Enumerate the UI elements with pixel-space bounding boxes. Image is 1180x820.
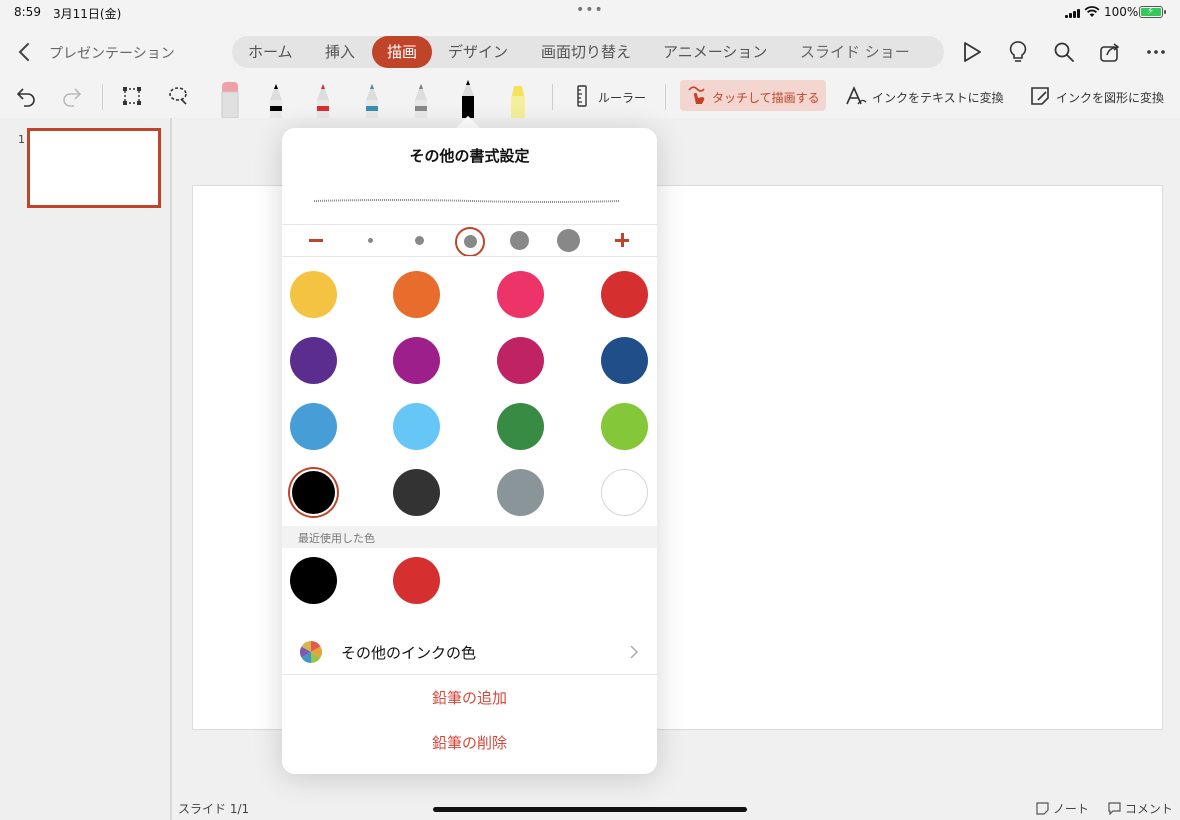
- chevron-left-icon[interactable]: [14, 40, 36, 64]
- status-date: 3月11日(金): [53, 7, 122, 21]
- share-icon[interactable]: [1098, 40, 1122, 64]
- color-swatch[interactable]: [601, 403, 648, 450]
- cellular-signal-icon: [1065, 9, 1081, 18]
- eraser-tool-icon[interactable]: [217, 78, 243, 118]
- pen-black-icon[interactable]: [263, 78, 289, 118]
- color-swatch-selected[interactable]: [292, 471, 335, 514]
- status-time: 8:59: [14, 5, 41, 19]
- increase-thickness-button-vertical[interactable]: [621, 233, 624, 247]
- chevron-right-icon: [630, 645, 638, 659]
- thickness-option[interactable]: [510, 231, 529, 250]
- comment-icon: [1108, 802, 1121, 816]
- document-title[interactable]: プレゼンテーション: [49, 43, 175, 63]
- tab-slideshow[interactable]: スライド ショー: [800, 36, 910, 68]
- notes-button[interactable]: ノート: [1036, 800, 1089, 817]
- highlighter-yellow-icon[interactable]: [505, 78, 531, 118]
- battery-icon: ⚡: [1139, 6, 1166, 18]
- pen-red-icon[interactable]: [310, 78, 336, 118]
- touch-draw-icon: [688, 86, 705, 104]
- recent-color-swatch[interactable]: [290, 557, 337, 604]
- ink-to-shape-icon[interactable]: [1028, 84, 1052, 108]
- comments-button[interactable]: コメント: [1108, 800, 1173, 817]
- ribbon-separator: [665, 84, 666, 110]
- more-ink-colors-row[interactable]: その他のインクの色: [282, 630, 657, 674]
- format-popover: その他の書式設定 最近使用した色 その他のインクの色 鉛筆の追加 鉛筆の削除: [282, 128, 657, 774]
- color-swatch[interactable]: [290, 403, 337, 450]
- color-swatch[interactable]: [393, 271, 440, 318]
- touch-to-draw-label: タッチして描画する: [712, 91, 820, 105]
- redo-icon[interactable]: [60, 84, 84, 108]
- color-swatch[interactable]: [497, 271, 544, 318]
- color-swatch[interactable]: [497, 337, 544, 384]
- color-swatch[interactable]: [393, 337, 440, 384]
- tab-animations[interactable]: アニメーション: [663, 36, 767, 68]
- home-indicator[interactable]: [433, 807, 747, 812]
- ruler-label[interactable]: ルーラー: [598, 89, 646, 106]
- play-icon[interactable]: [960, 40, 984, 64]
- ink-to-shape-label[interactable]: インクを図形に変換: [1056, 89, 1164, 106]
- lightbulb-icon[interactable]: [1006, 40, 1030, 64]
- lasso-select-icon[interactable]: [166, 84, 190, 108]
- delete-pencil-button[interactable]: 鉛筆の削除: [282, 732, 657, 753]
- notes-icon: [1036, 802, 1049, 815]
- recent-color-swatch[interactable]: [393, 557, 440, 604]
- slide-thumbnails-pane: 1: [0, 118, 172, 820]
- color-swatch[interactable]: [290, 337, 337, 384]
- slide-thumbnail[interactable]: [27, 128, 161, 208]
- pencil-black-selected-icon[interactable]: [455, 78, 481, 118]
- tab-home[interactable]: ホーム: [248, 36, 293, 68]
- ink-to-text-icon[interactable]: [844, 84, 868, 108]
- color-swatch[interactable]: [601, 337, 648, 384]
- top-bar: プレゼンテーション ホーム 挿入 描画 デザイン 画面切り替え アニメーション …: [0, 26, 1180, 78]
- tab-design[interactable]: デザイン: [448, 36, 508, 68]
- ruler-icon[interactable]: [570, 84, 594, 108]
- thickness-option-dot: [464, 235, 477, 248]
- search-icon[interactable]: [1052, 40, 1076, 64]
- more-ink-colors-label: その他のインクの色: [341, 644, 477, 662]
- ribbon-tabs: ホーム 挿入 描画 デザイン 画面切り替え アニメーション スライド ショー: [232, 36, 944, 68]
- draw-ribbon: ルーラー タッチして描画する インクをテキストに変換 インクを図形に変換: [0, 78, 1180, 118]
- undo-icon[interactable]: [14, 84, 38, 108]
- color-swatch[interactable]: [290, 271, 337, 318]
- color-swatch[interactable]: [601, 271, 648, 318]
- tab-transitions[interactable]: 画面切り替え: [541, 36, 631, 68]
- notes-label: ノート: [1052, 802, 1089, 816]
- color-swatch[interactable]: [497, 403, 544, 450]
- comments-label: コメント: [1124, 802, 1173, 816]
- color-swatch[interactable]: [497, 469, 544, 516]
- slide-number: 1: [18, 133, 25, 146]
- touch-to-draw-button[interactable]: タッチして描画する: [680, 80, 826, 111]
- pencil-gray-icon[interactable]: [408, 78, 434, 118]
- divider: [282, 224, 657, 225]
- thickness-option[interactable]: [557, 229, 580, 252]
- tab-insert[interactable]: 挿入: [325, 36, 355, 68]
- thickness-option[interactable]: [415, 236, 424, 245]
- tab-draw[interactable]: 描画: [372, 36, 432, 68]
- select-objects-icon[interactable]: [120, 84, 144, 108]
- divider: [282, 674, 657, 675]
- thickness-option[interactable]: [368, 238, 373, 243]
- recent-colors-label: 最近使用した色: [298, 532, 375, 545]
- pen-teal-icon[interactable]: [359, 78, 385, 118]
- status-bar: 8:59 3月11日(金) ••• 100% ⚡: [0, 0, 1180, 26]
- add-pencil-button[interactable]: 鉛筆の追加: [282, 687, 657, 708]
- divider: [282, 256, 657, 257]
- decrease-thickness-button[interactable]: [309, 239, 323, 242]
- stroke-preview: [313, 199, 621, 203]
- battery-percent: 100%: [1104, 5, 1139, 19]
- ink-to-text-label[interactable]: インクをテキストに変換: [872, 89, 1004, 106]
- color-swatch[interactable]: [393, 469, 440, 516]
- ribbon-separator: [552, 84, 553, 110]
- color-swatch[interactable]: [393, 403, 440, 450]
- ribbon-separator: [102, 84, 103, 110]
- slide-status: スライド 1/1: [178, 802, 250, 816]
- color-wheel-icon: [300, 641, 322, 663]
- popover-title: その他の書式設定: [409, 147, 530, 165]
- wifi-icon: [1084, 6, 1100, 17]
- recent-colors-header: 最近使用した色: [282, 526, 657, 548]
- color-swatch[interactable]: [601, 469, 648, 516]
- multitask-dots[interactable]: •••: [576, 2, 604, 18]
- more-icon[interactable]: [1144, 40, 1168, 64]
